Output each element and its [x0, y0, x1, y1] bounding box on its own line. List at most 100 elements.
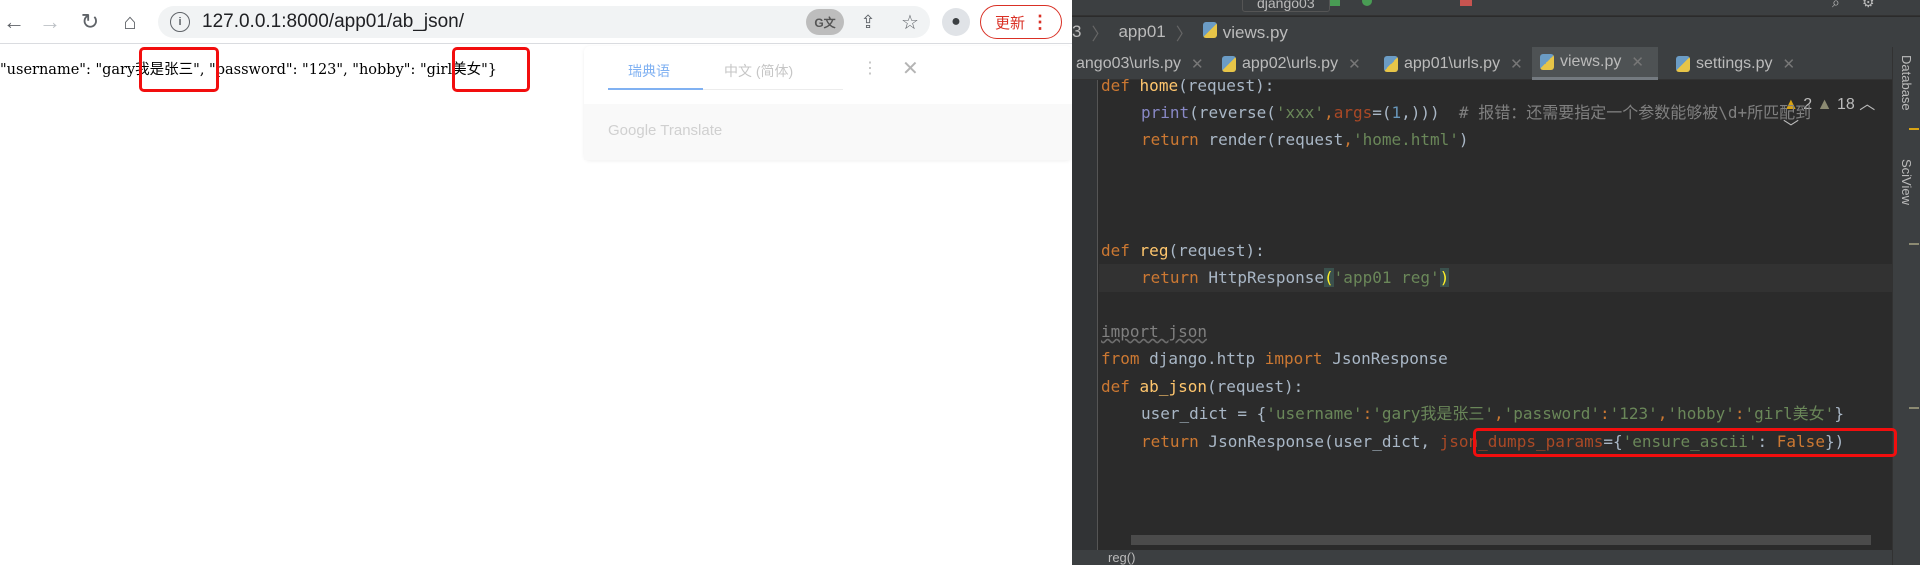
- code-token: JsonResponse(user_dict,: [1198, 432, 1440, 451]
- code-token: (request):: [1178, 76, 1275, 95]
- code-line: return render(request,'home.html'): [1141, 126, 1469, 153]
- tab-label: ango03\urls.py: [1076, 54, 1181, 72]
- update-button[interactable]: 更新 ⋮: [980, 5, 1062, 39]
- more-vert-icon: ⋮: [1031, 12, 1049, 32]
- breadcrumb-separator: 〉: [1175, 24, 1193, 44]
- debug-icon[interactable]: [1362, 0, 1372, 6]
- code-token: (request):: [1168, 241, 1265, 260]
- code-token: :: [1362, 404, 1373, 423]
- breadcrumb-item[interactable]: views.py: [1202, 21, 1298, 43]
- breadcrumb-item[interactable]: 3: [1072, 22, 1081, 42]
- source-language-tab[interactable]: 瑞典语: [628, 61, 670, 81]
- arrow-right-icon: →: [39, 9, 61, 34]
- tab-label: settings.py: [1696, 54, 1773, 72]
- code-token: def: [1101, 377, 1130, 396]
- tab-app01-urls[interactable]: app01\urls.py ✕: [1376, 47, 1531, 80]
- code-line: user_dict = {'username':'gary我是张三','pass…: [1141, 400, 1844, 427]
- gear-icon[interactable]: ⚙: [1862, 0, 1875, 11]
- ide-window: django03 ⌕ ⚙ 3 〉 app01 〉 views.py ango03…: [1072, 0, 1920, 565]
- tab-views[interactable]: views.py ✕: [1532, 47, 1658, 80]
- json-part-1: "username": "gary: [0, 62, 136, 78]
- share-icon[interactable]: ⇪: [854, 9, 882, 35]
- profile-avatar[interactable]: ●: [942, 8, 970, 36]
- ide-toolbar: django03 ⌕ ⚙: [1072, 0, 1920, 16]
- python-file-icon: [1222, 55, 1236, 72]
- tab-settings[interactable]: settings.py ✕: [1668, 47, 1803, 80]
- sciview-tool-button[interactable]: SciView: [1899, 159, 1914, 205]
- code-token: ): [1439, 268, 1450, 287]
- code-token: ,: [1343, 130, 1353, 149]
- code-line: def reg(request):: [1101, 237, 1265, 264]
- home-button[interactable]: ⌂: [116, 8, 144, 36]
- code-token: (request):: [1206, 377, 1304, 396]
- annotation-box-username: [139, 47, 219, 92]
- prev-highlight-icon[interactable]: ︿: [1859, 96, 1875, 113]
- run-config-select[interactable]: django03: [1242, 0, 1330, 12]
- tab-label: views.py: [1560, 53, 1622, 70]
- close-tab-icon[interactable]: ✕: [1510, 55, 1523, 73]
- browser-toolbar: ← → ↻ ⌂ i 127.0.0.1:8000/app01/ab_json/ …: [0, 0, 1072, 44]
- close-icon[interactable]: ✕: [902, 56, 919, 81]
- close-tab-icon[interactable]: ✕: [1191, 55, 1204, 73]
- google-translate-brand: Google Translate: [608, 122, 723, 139]
- translate-icon[interactable]: G文: [806, 9, 844, 35]
- code-token: ab_json: [1139, 377, 1207, 396]
- code-token: return: [1141, 432, 1199, 451]
- search-icon[interactable]: ⌕: [1832, 0, 1840, 11]
- home-icon: ⌂: [123, 9, 137, 34]
- code-token: print: [1141, 103, 1190, 122]
- target-language-tab[interactable]: 中文 (简体): [724, 61, 793, 81]
- star-icon[interactable]: ☆: [896, 9, 924, 35]
- address-bar[interactable]: i 127.0.0.1:8000/app01/ab_json/ G文 ⇪ ☆: [158, 6, 930, 38]
- breadcrumb: 3 〉 app01 〉 views.py: [1072, 17, 1920, 47]
- site-info-icon[interactable]: i: [170, 12, 190, 32]
- code-token: 'xxx': [1275, 103, 1325, 122]
- weak-warning-icon: ▲: [1816, 96, 1833, 113]
- weak-warning-count: 18: [1836, 96, 1855, 113]
- more-options-icon[interactable]: ⋮: [862, 58, 878, 78]
- weak-warning-stripe: [1909, 243, 1919, 245]
- code-token: user_dict = {: [1141, 404, 1267, 423]
- breadcrumb-status: reg(): [1072, 550, 1892, 565]
- tab-label: app02\urls.py: [1242, 54, 1339, 72]
- forward-button[interactable]: →: [36, 8, 64, 36]
- build-icon[interactable]: [1330, 0, 1340, 6]
- close-tab-icon[interactable]: ✕: [1348, 55, 1361, 73]
- code-token: django.http: [1139, 349, 1265, 368]
- json-part-2: "password": "123", "hobby": ": [204, 62, 427, 78]
- reload-button[interactable]: ↻: [76, 8, 104, 36]
- json-response-text: "username": "gary我是张三", "password": "123…: [0, 58, 497, 79]
- person-icon: ●: [951, 13, 961, 30]
- url-text[interactable]: 127.0.0.1:8000/app01/ab_json/: [202, 11, 464, 33]
- code-token: (: [1324, 268, 1334, 287]
- code-token: 'app01 reg': [1333, 268, 1440, 287]
- code-token: return: [1141, 130, 1199, 149]
- python-file-icon: [1202, 21, 1217, 38]
- code-editor[interactable]: ▲ 2 ▲ 18 ︿ ﹀ def home(request): print(re…: [1099, 76, 1919, 550]
- code-token: from: [1101, 349, 1140, 368]
- code-token: 'girl美女': [1744, 404, 1835, 423]
- close-tab-icon[interactable]: ✕: [1631, 53, 1644, 71]
- code-token: 1: [1391, 103, 1402, 122]
- code-token: reg: [1139, 241, 1169, 260]
- database-tool-button[interactable]: Database: [1899, 55, 1914, 111]
- stop-icon[interactable]: [1460, 0, 1472, 6]
- code-token: 'password': [1503, 404, 1600, 423]
- breadcrumb-item[interactable]: app01: [1118, 22, 1165, 42]
- tab-label: app01\urls.py: [1404, 54, 1501, 72]
- close-tab-icon[interactable]: ✕: [1782, 55, 1795, 73]
- back-button[interactable]: ←: [0, 8, 28, 36]
- screen: ← → ↻ ⌂ i 127.0.0.1:8000/app01/ab_json/ …: [0, 0, 1920, 565]
- horizontal-scrollbar[interactable]: [1131, 535, 1871, 545]
- google-translate-popup: 瑞典语 中文 (简体) ⋮ ✕ Google Translate: [584, 46, 1072, 160]
- code-token: 'home.html': [1352, 130, 1459, 149]
- right-tool-bar: Database SciView: [1892, 47, 1920, 565]
- warning-stripe: [1909, 128, 1919, 130]
- code-token: ): [1458, 130, 1469, 149]
- code-token: }: [1834, 404, 1844, 423]
- code-token: ,: [1657, 404, 1668, 423]
- breadcrumb-separator: 〉: [1091, 24, 1109, 44]
- code-token: HttpResponse: [1198, 268, 1325, 287]
- code-comment: # 报错：还需要指定一个参数能够被\d+所匹配到: [1439, 103, 1812, 122]
- python-file-icon: [1384, 55, 1398, 72]
